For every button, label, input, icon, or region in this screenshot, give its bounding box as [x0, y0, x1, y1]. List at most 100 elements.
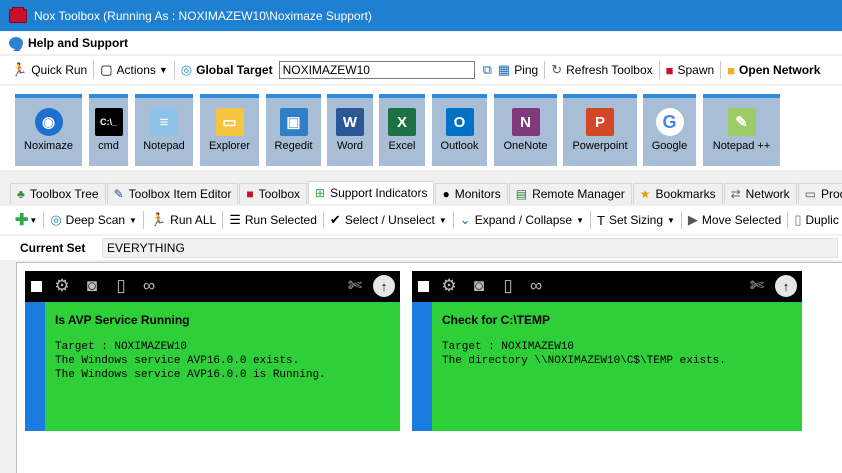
select-checkbox[interactable] [418, 281, 429, 292]
tab-support-indicators[interactable]: ⊞ Support Indicators [308, 181, 435, 204]
app-tile-google[interactable]: G Google [643, 94, 696, 166]
copy-button[interactable]: ⧉ [483, 62, 496, 78]
list-icon: ☰ [229, 212, 241, 227]
link-icon[interactable]: ∞ [139, 276, 159, 296]
tab-monitors[interactable]: ● Monitors [435, 183, 508, 204]
quick-run-button[interactable]: 🏃 Quick Run [11, 62, 87, 78]
globe-icon: ◉ [34, 108, 63, 136]
wrench-icon[interactable]: ✄ [747, 276, 767, 296]
move-selected-button[interactable]: ▶ Move Selected [688, 212, 781, 228]
global-target-label: ◎ Global Target [181, 62, 273, 78]
app-tile-onenote[interactable]: N OneNote [494, 94, 557, 166]
clipboard-icon[interactable]: ▯ [111, 276, 131, 296]
select-unselect-button[interactable]: ✔ Select / Unselect ▼ [330, 212, 447, 228]
current-set-row: Current Set EVERYTHING [0, 236, 842, 260]
app-tile-explorer[interactable]: ▭ Explorer [200, 94, 259, 166]
app-tile-notepad-plus-plus[interactable]: ✎ Notepad ++ [703, 94, 780, 166]
indicator-output: Target : NOXIMAZEW10 The directory \\NOXI… [442, 340, 726, 368]
ping-icon: ▦ [497, 62, 511, 77]
clipboard-icon[interactable]: ▯ [498, 276, 518, 296]
toolbox-app-icon [9, 6, 27, 23]
spawn-button[interactable]: ■ Spawn [666, 63, 715, 78]
set-sizing-button[interactable]: T Set Sizing ▼ [597, 213, 675, 228]
folder-icon: ■ [727, 62, 736, 78]
play-circle-icon: ▶ [687, 212, 698, 227]
ping-button[interactable]: ▦ Ping [498, 62, 538, 78]
deep-scan-button[interactable]: ◎ Deep Scan ▼ [50, 212, 137, 228]
double-check-icon: ✔ [329, 212, 341, 227]
indicators-toolbar: ✚ ▼ ◎ Deep Scan ▼ 🏃 Run ALL ☰ Run Select… [0, 206, 842, 234]
link-icon[interactable]: ∞ [526, 276, 546, 296]
indicator-card[interactable]: ⚙ ◙ ▯ ∞ ✄ ↑ Check for C:\TEMP Target : N… [412, 271, 802, 431]
tab-remote-manager[interactable]: ▤ Remote Manager [508, 183, 632, 204]
global-target-text: Global Target [196, 63, 273, 77]
expand-collapse-button[interactable]: ⌄ Expand / Collapse ▼ [460, 212, 584, 228]
tab-label: Process [821, 187, 842, 201]
wrench-icon[interactable]: ✄ [345, 276, 365, 296]
tab-toolbox[interactable]: ■ Toolbox [239, 183, 307, 204]
actions-dropdown[interactable]: ▢ Actions ▼ [100, 62, 168, 78]
tab-toolbox-tree[interactable]: ♣ Toolbox Tree [10, 183, 106, 204]
camera-icon[interactable]: ◙ [82, 276, 102, 296]
app-label: OneNote [503, 140, 548, 152]
global-target-input[interactable] [278, 61, 475, 79]
tab-toolbox-item-editor[interactable]: ✎ Toolbox Item Editor [106, 183, 239, 204]
toolbar-separator [173, 61, 175, 79]
app-launcher-bar: ◉ Noximaze C:\_ cmd ≡ Notepad ▭ Explorer… [0, 86, 842, 170]
toolbar-separator [322, 211, 324, 229]
app-label: Word [336, 140, 364, 152]
menu-bar: Help and Support [0, 32, 842, 54]
toolbar-separator [787, 211, 789, 229]
refresh-toolbox-button[interactable]: ↻ Refresh Toolbox [551, 62, 652, 78]
tab-label: Support Indicators [330, 186, 428, 200]
current-set-field[interactable]: EVERYTHING [102, 238, 838, 258]
tab-label: Toolbox Tree [29, 187, 99, 201]
tab-label: Network [745, 187, 790, 201]
google-icon: G [655, 108, 684, 136]
tab-label: Toolbox Item Editor [128, 187, 232, 201]
add-indicator-button[interactable]: ✚ ▼ [15, 210, 37, 230]
open-network-button[interactable]: ■ Open Network [727, 63, 820, 78]
expand-chevron-icon: ⌄ [459, 212, 471, 227]
notepad-icon: ≡ [150, 108, 178, 136]
copy-icon: ⧉ [482, 62, 492, 77]
tab-network[interactable]: ⇄ Network [723, 183, 797, 204]
toolbar-separator [43, 211, 45, 229]
run-selected-button[interactable]: ☰ Run Selected [229, 212, 317, 228]
text-size-icon: T [597, 212, 605, 228]
app-tile-powerpoint[interactable]: P Powerpoint [563, 94, 637, 166]
toolbox-icon: ■ [246, 187, 254, 201]
tab-process[interactable]: ▭ Process [797, 183, 842, 204]
arrow-up-icon[interactable]: ↑ [775, 275, 797, 297]
gear-icon[interactable]: ⚙ [439, 276, 459, 296]
toolbar-separator [720, 61, 722, 79]
chevron-down-icon: ▼ [576, 215, 585, 225]
app-tile-regedit[interactable]: ▣ Regedit [266, 94, 321, 166]
title-bar: Nox Toolbox (Running As : NOXIMAZEW10\No… [0, 0, 842, 31]
app-tile-excel[interactable]: X Excel [379, 94, 425, 166]
indicator-title: Is AVP Service Running [55, 313, 190, 327]
output-line: Target : NOXIMAZEW10 [55, 341, 188, 353]
select-checkbox[interactable] [31, 281, 42, 292]
gear-icon[interactable]: ⚙ [52, 276, 72, 296]
camera-icon[interactable]: ◙ [469, 276, 489, 296]
indicator-card[interactable]: ⚙ ◙ ▯ ∞ ✄ ↑ Is AVP Service Running Targe… [25, 271, 400, 431]
toolbar-separator [452, 211, 454, 229]
run-all-button[interactable]: 🏃 Run ALL [150, 212, 216, 228]
run-all-label: Run ALL [170, 213, 217, 227]
duplicate-button[interactable]: ▯ Duplic [794, 212, 839, 228]
app-tile-cmd[interactable]: C:\_ cmd [89, 94, 128, 166]
indicator-output: Target : NOXIMAZEW10 The Windows service … [55, 340, 326, 382]
word-icon: W [336, 108, 364, 136]
chevron-down-icon: ▼ [29, 215, 38, 225]
app-label: cmd [98, 140, 119, 152]
arrow-up-icon[interactable]: ↑ [373, 275, 395, 297]
app-tile-word[interactable]: W Word [327, 94, 373, 166]
app-tile-noximaze[interactable]: ◉ Noximaze [15, 94, 82, 166]
app-tile-outlook[interactable]: O Outlook [432, 94, 487, 166]
tab-bookmarks[interactable]: ★ Bookmarks [632, 183, 723, 204]
help-and-support-menu[interactable]: Help and Support [9, 36, 128, 50]
open-network-label: Open Network [739, 63, 821, 77]
app-tile-notepad[interactable]: ≡ Notepad [135, 94, 193, 166]
toolbar-separator [658, 61, 660, 79]
